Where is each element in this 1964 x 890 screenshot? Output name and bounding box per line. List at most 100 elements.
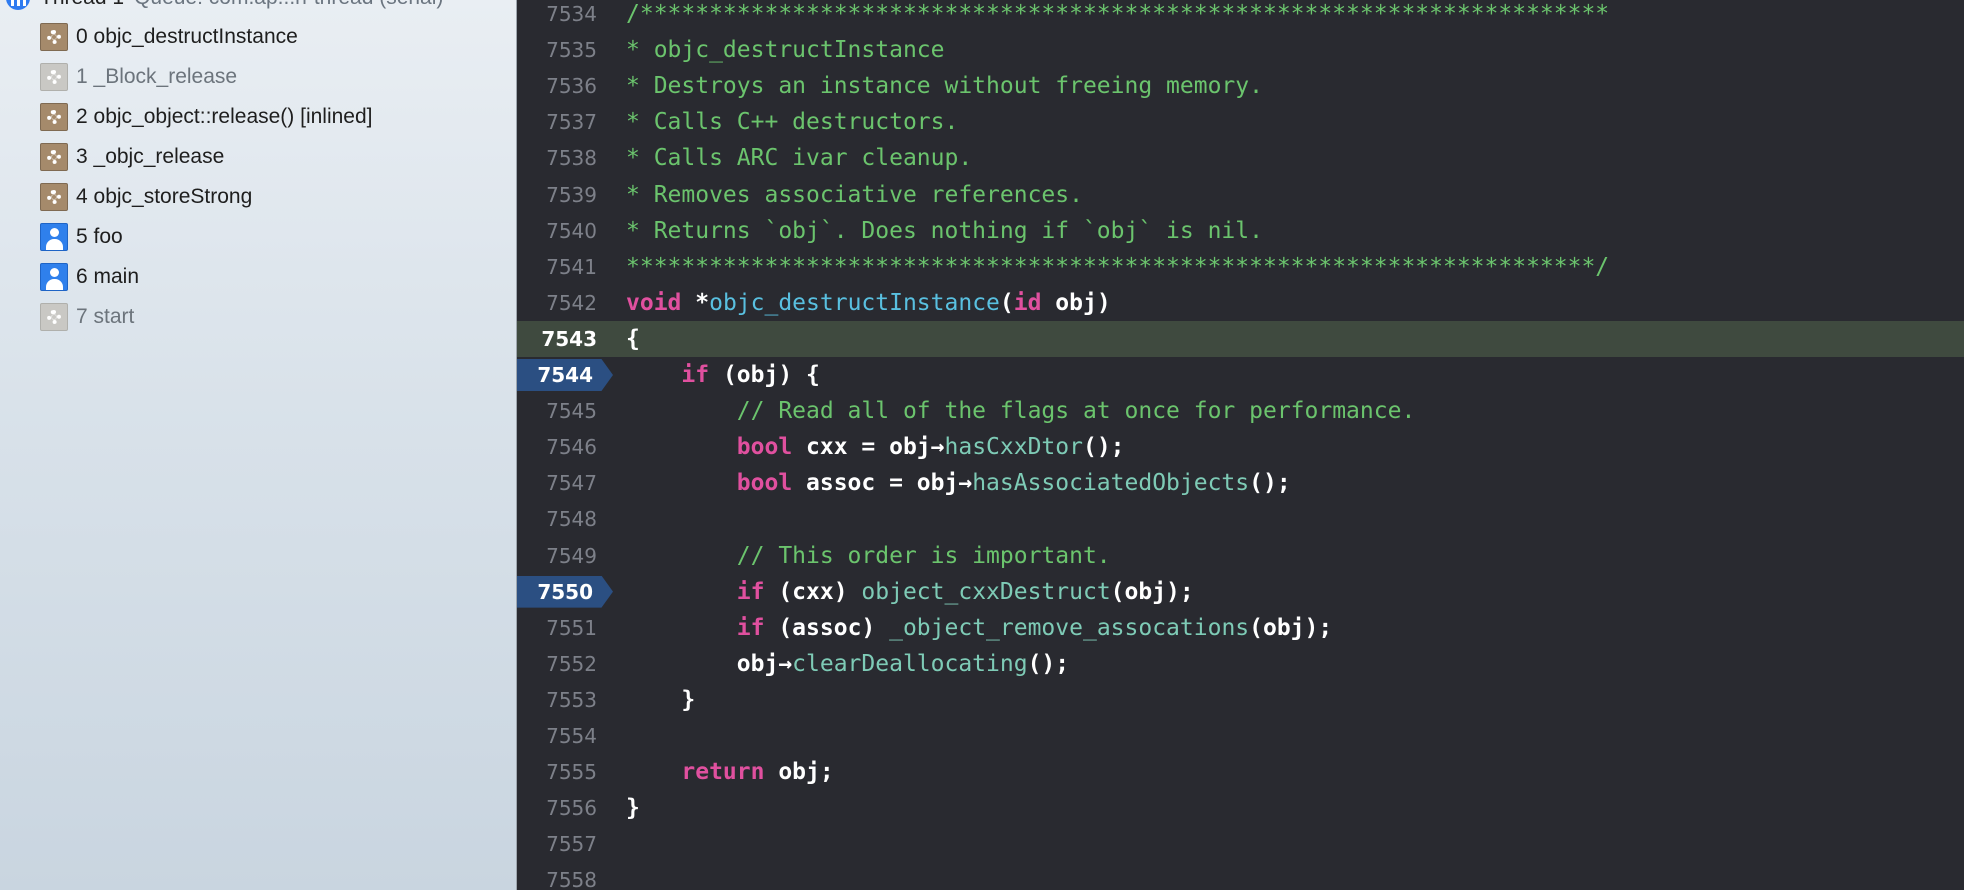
stack-frame[interactable]: 4 objc_storeStrong (40, 177, 252, 217)
line-number: 7544 (537, 363, 593, 387)
line-number[interactable]: 7549 (517, 538, 597, 574)
code-token: id (1013, 289, 1042, 316)
code-text: bool cxx = obj→hasCxxDtor(); (626, 429, 1125, 465)
breakpoint-marker[interactable]: 7544 (517, 359, 613, 391)
code-line[interactable]: 7551 if (assoc) _object_remove_assocatio… (517, 610, 1964, 646)
stack-frame[interactable]: 0 objc_destructInstance (40, 17, 298, 57)
line-number[interactable]: 7542 (517, 285, 597, 321)
code-line[interactable]: 7547 bool assoc = obj→hasAssociatedObjec… (517, 465, 1964, 501)
code-text: if (obj) { (626, 357, 819, 393)
current-code-line[interactable]: 7543 { (517, 320, 1964, 357)
code-line[interactable]: 7553 } (517, 682, 1964, 718)
line-number[interactable]: 7545 (517, 393, 597, 429)
code-token: assoc = obj→ (792, 470, 973, 497)
code-token: ****************************************… (626, 253, 1610, 280)
line-number[interactable]: 7536 (517, 68, 597, 104)
code-line[interactable]: 7537 * Calls C++ destructors. (517, 104, 1964, 140)
code-line[interactable]: 7555 return obj; (517, 754, 1964, 790)
thread-row[interactable]: Thread 1 Queue: com.ap...n-thread (seria… (6, 0, 443, 10)
code-token: if (736, 578, 765, 605)
code-line[interactable]: 7554 (517, 718, 1964, 754)
code-token: { (626, 325, 640, 352)
code-text: * Returns `obj`. Does nothing if `obj` i… (626, 213, 1263, 249)
code-token: if (681, 362, 710, 388)
code-line[interactable]: 7544 if (obj) { (517, 357, 1964, 393)
stack-frame[interactable]: 1 _Block_release (40, 57, 237, 97)
line-number[interactable]: 7557 (517, 826, 597, 862)
source-editor[interactable]: 7534 /***********************************… (517, 0, 1964, 890)
line-number[interactable]: 7554 (517, 718, 597, 754)
line-number[interactable]: 7556 (517, 790, 597, 826)
line-number[interactable]: 7537 (517, 104, 597, 140)
queue-label: Queue: com.ap...n-thread (serial) (134, 0, 443, 10)
code-text: obj→clearDeallocating(); (626, 646, 1069, 682)
code-line[interactable]: 7534 /***********************************… (517, 0, 1964, 32)
code-text: * Destroys an instance without freeing m… (626, 68, 1263, 104)
code-token: void (626, 289, 682, 316)
line-number[interactable]: 7552 (517, 646, 597, 682)
code-token: (cxx) (764, 578, 862, 605)
line-number[interactable]: 7555 (517, 754, 597, 790)
code-text: bool assoc = obj→hasAssociatedObjects(); (626, 465, 1291, 501)
code-token: bool (736, 470, 793, 497)
line-number[interactable]: 7546 (517, 429, 597, 465)
line-number[interactable]: 7551 (517, 610, 597, 646)
code-line[interactable]: 7541 ************************************… (517, 249, 1964, 285)
code-text: { (626, 321, 640, 357)
gear-icon (40, 143, 68, 171)
user-icon (40, 263, 68, 291)
code-line[interactable]: 7540 * Returns `obj`. Does nothing if `ob… (517, 213, 1964, 249)
code-line[interactable]: 7552 obj→clearDeallocating(); (517, 646, 1964, 682)
code-text: // This order is important. (626, 538, 1111, 574)
line-number[interactable]: 7534 (517, 0, 597, 32)
line-number[interactable]: 7535 (517, 32, 597, 68)
code-text: * objc_destructInstance (626, 32, 945, 68)
code-token: hasCxxDtor (944, 434, 1083, 461)
code-line[interactable]: 7538 * Calls ARC ivar cleanup. (517, 140, 1964, 176)
line-number[interactable]: 7539 (517, 177, 597, 213)
code-line[interactable]: 7536 * Destroys an instance without freei… (517, 68, 1964, 104)
stack-frame[interactable]: 7 start (40, 297, 134, 337)
code-line[interactable]: 7548 (517, 501, 1964, 537)
code-line[interactable]: 7558 (517, 862, 1964, 890)
code-token: (obj); (1249, 614, 1333, 641)
code-line[interactable]: 7546 bool cxx = obj→hasCxxDtor(); (517, 429, 1964, 465)
code-token: /***************************************… (626, 1, 1610, 27)
code-text: * Removes associative references. (626, 177, 1083, 213)
code-token: obj) (1041, 289, 1111, 316)
code-token: if (736, 614, 765, 641)
code-line[interactable]: 7557 (517, 826, 1964, 862)
stack-frame[interactable]: 5 foo (40, 217, 123, 257)
line-number[interactable]: 7558 (517, 862, 597, 890)
code-line[interactable]: 7535 * objc_destructInstance (517, 32, 1964, 68)
stack-frame[interactable]: 6 main (40, 257, 139, 297)
stack-frame-label: 2 objc_object::release() [inlined] (76, 105, 373, 128)
code-text: if (cxx) object_cxxDestruct(obj); (626, 574, 1194, 610)
code-text: // Read all of the flags at once for per… (626, 393, 1416, 429)
code-line[interactable]: 7539 * Removes associative references. (517, 177, 1964, 213)
line-number[interactable]: 7541 (517, 249, 597, 285)
code-token: * Calls ARC ivar cleanup. (626, 145, 973, 172)
breakpoint-marker[interactable]: 7550 (517, 575, 613, 608)
code-token: bool (736, 434, 793, 461)
stack-frame[interactable]: 3 _objc_release (40, 137, 224, 177)
code-token: * Calls C++ destructors. (626, 109, 959, 136)
line-number[interactable]: 7553 (517, 682, 597, 718)
line-number[interactable]: 7547 (517, 465, 597, 501)
code-token: (obj); (1110, 578, 1194, 605)
stack-frame[interactable]: 2 objc_object::release() [inlined] (40, 97, 373, 137)
line-number[interactable]: 7548 (517, 501, 597, 537)
line-number[interactable]: 7543 (517, 321, 597, 357)
line-number[interactable]: 7538 (517, 140, 597, 176)
code-line[interactable]: 7550 if (cxx) object_cxxDestruct(obj); (517, 574, 1964, 610)
code-line[interactable]: 7549 // This order is important. (517, 538, 1964, 574)
code-line[interactable]: 7545 // Read all of the flags at once fo… (517, 393, 1964, 429)
code-line[interactable]: 7542 void *objc_destructInstance(id obj) (517, 285, 1964, 321)
code-line[interactable]: 7556} (517, 790, 1964, 826)
code-token: clearDeallocating (792, 650, 1028, 677)
line-number[interactable]: 7540 (517, 213, 597, 249)
